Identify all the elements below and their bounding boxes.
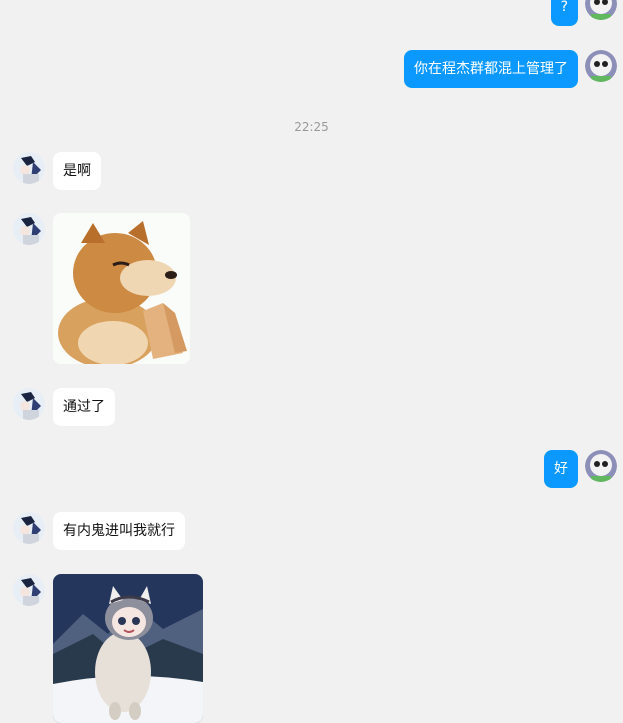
message-bubble-outgoing[interactable]: 好: [544, 450, 578, 488]
contact-avatar[interactable]: [13, 213, 45, 245]
contact-avatar[interactable]: [13, 512, 45, 544]
message-bubble-incoming[interactable]: 是啊: [53, 152, 101, 190]
anime-girl-alpaca-snow-sticker[interactable]: [53, 574, 203, 723]
message-bubble-incoming[interactable]: 有内鬼进叫我就行: [53, 512, 185, 550]
my-avatar[interactable]: [585, 0, 617, 20]
chat-message-list[interactable]: ? 你在程杰群都混上管理了 22:25 是啊 通过了 好 有内鬼进叫我就行: [0, 0, 623, 723]
contact-avatar[interactable]: [13, 152, 45, 184]
message-bubble-incoming[interactable]: 通过了: [53, 388, 115, 426]
shiba-dog-praying-sticker[interactable]: [53, 213, 190, 364]
message-bubble-outgoing[interactable]: ?: [550, 0, 578, 26]
my-avatar[interactable]: [585, 450, 617, 482]
contact-avatar[interactable]: [13, 388, 45, 420]
contact-avatar[interactable]: [13, 574, 45, 606]
message-bubble-outgoing[interactable]: 你在程杰群都混上管理了: [404, 50, 578, 88]
message-timestamp: 22:25: [294, 120, 329, 134]
my-avatar[interactable]: [585, 50, 617, 82]
